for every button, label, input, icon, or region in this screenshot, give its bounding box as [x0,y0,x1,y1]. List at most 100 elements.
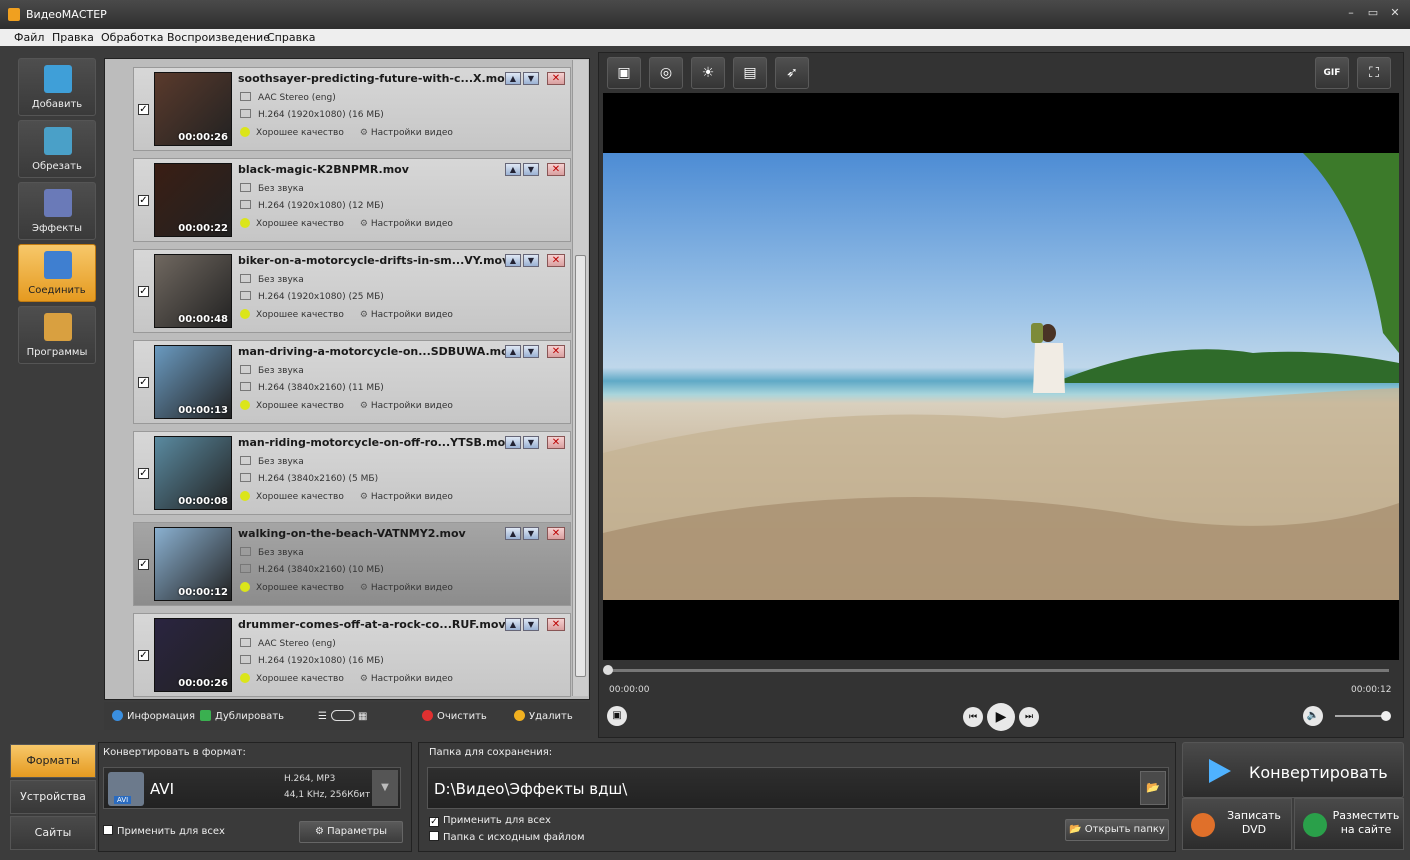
move-down-button[interactable]: ▼ [523,345,539,358]
crop-button[interactable]: ▣ [607,57,641,89]
maximize-button[interactable]: ▭ [1364,6,1382,19]
move-down-button[interactable]: ▼ [523,254,539,267]
delete-button[interactable]: Удалить [514,710,573,722]
close-button[interactable]: ✕ [1386,6,1404,19]
video-settings-link[interactable]: Настройки видео [371,674,453,684]
move-down-button[interactable]: ▼ [523,618,539,631]
file-item[interactable]: ✓ 00:00:08 man-riding-motorcycle-on-off-ro… [133,431,571,515]
video-settings-link[interactable]: Настройки видео [371,128,453,138]
format-selector[interactable]: AVI AVI H.264, MP3 44,1 KHz, 256Кбит ▼ [103,767,401,809]
move-up-button[interactable]: ▲ [505,345,521,358]
file-item[interactable]: ✓ 00:00:48 biker-on-a-motorcycle-drifts-in… [133,249,571,333]
trim-button[interactable]: Обрезать [18,120,96,178]
checkbox-checked[interactable]: ✓ [429,817,439,827]
file-quality[interactable]: Хорошее качество ⚙ Настройки видео [240,218,453,229]
remove-file-button[interactable]: ✕ [547,72,565,85]
menu-edit[interactable]: Правка [52,31,94,44]
file-quality[interactable]: Хорошее качество ⚙ Настройки видео [240,400,453,411]
menu-help[interactable]: Справка [267,31,315,44]
move-up-button[interactable]: ▲ [505,527,521,540]
open-folder-button[interactable]: 📂 Открыть папку [1065,819,1169,841]
remove-file-button[interactable]: ✕ [547,163,565,176]
file-quality[interactable]: Хорошее качество ⚙ Настройки видео [240,309,453,320]
video-settings-link[interactable]: Настройки видео [371,401,453,411]
video-settings-link[interactable]: Настройки видео [371,492,453,502]
burn-dvd-button[interactable]: Записать DVD [1182,798,1292,850]
tab-formats[interactable]: Форматы [10,744,96,778]
stabilize-button[interactable]: ◎ [649,57,683,89]
tab-sites[interactable]: Сайты [10,816,96,850]
move-up-button[interactable]: ▲ [505,618,521,631]
checkbox-box[interactable] [429,831,439,841]
file-quality[interactable]: Хорошее качество ⚙ Настройки видео [240,127,453,138]
remove-file-button[interactable]: ✕ [547,618,565,631]
programs-button[interactable]: Программы [18,306,96,364]
move-up-button[interactable]: ▲ [505,163,521,176]
video-settings-link[interactable]: Настройки видео [371,583,453,593]
volume-button[interactable]: 🔈 [1303,706,1323,726]
file-checkbox[interactable]: ✓ [138,377,149,388]
move-down-button[interactable]: ▼ [523,163,539,176]
view-toggle[interactable]: ☰ ▦ [318,710,368,722]
file-checkbox[interactable]: ✓ [138,650,149,661]
upload-site-button[interactable]: Разместить на сайте [1294,798,1404,850]
seek-handle[interactable] [603,665,613,675]
convert-button[interactable]: Конвертировать [1182,742,1404,798]
file-checkbox[interactable]: ✓ [138,559,149,570]
file-quality[interactable]: Хорошее качество ⚙ Настройки видео [240,491,453,502]
clear-button[interactable]: Очистить [422,710,487,722]
seek-bar[interactable] [603,665,1389,675]
move-down-button[interactable]: ▼ [523,436,539,449]
video-settings-link[interactable]: Настройки видео [371,219,453,229]
brightness-button[interactable]: ☀ [691,57,725,89]
file-item[interactable]: ✓ 00:00:12 walking-on-the-beach-VATNMY2.mo… [133,522,571,606]
fullscreen-button[interactable]: ⛶ [1357,57,1391,89]
move-up-button[interactable]: ▲ [505,72,521,85]
join-button[interactable]: Соединить [18,244,96,302]
video-screen[interactable] [603,93,1399,660]
play-button[interactable]: ▶ [987,703,1015,731]
apply-all-format-checkbox[interactable]: Применить для всех [103,825,225,837]
save-path-field[interactable]: D:\Видео\Эффекты вдш\ 📂 [427,767,1169,809]
remove-file-button[interactable]: ✕ [547,527,565,540]
file-checkbox[interactable]: ✓ [138,195,149,206]
format-dropdown-button[interactable]: ▼ [372,770,398,806]
volume-handle[interactable] [1381,711,1391,721]
remove-file-button[interactable]: ✕ [547,345,565,358]
tab-devices[interactable]: Устройства [10,780,96,814]
gif-button[interactable]: GIF [1315,57,1349,89]
file-checkbox[interactable]: ✓ [138,468,149,479]
file-item[interactable]: ✓ 00:00:13 man-driving-a-motorcycle-on...S… [133,340,571,424]
add-button[interactable]: Добавить [18,58,96,116]
speed-button[interactable]: ➶ [775,57,809,89]
volume-slider[interactable] [1335,711,1391,721]
duplicate-button[interactable]: Дублировать [200,710,284,722]
scrollbar-thumb[interactable] [575,255,586,677]
file-item[interactable]: ✓ 00:00:22 black-magic-K2BNPMR.mov Без звук… [133,158,571,242]
info-button[interactable]: Информация [112,710,195,722]
menu-file[interactable]: Файл [14,31,44,44]
frames-button[interactable]: ▤ [733,57,767,89]
file-item[interactable]: ✓ 00:00:26 soothsayer-predicting-future-wi… [133,67,571,151]
remove-file-button[interactable]: ✕ [547,254,565,267]
menu-playback[interactable]: Воспроизведение [167,31,270,44]
move-down-button[interactable]: ▼ [523,72,539,85]
move-up-button[interactable]: ▲ [505,254,521,267]
parameters-button[interactable]: ⚙ Параметры [299,821,403,843]
checkbox-box[interactable] [103,825,113,835]
move-down-button[interactable]: ▼ [523,527,539,540]
file-item[interactable]: ✓ 00:00:26 drummer-comes-off-at-a-rock-co.… [133,613,571,697]
minimize-button[interactable]: – [1342,6,1360,19]
browse-folder-button[interactable]: 📂 [1140,771,1166,805]
file-quality[interactable]: Хорошее качество ⚙ Настройки видео [240,582,453,593]
file-checkbox[interactable]: ✓ [138,286,149,297]
next-button[interactable]: ⏭ [1019,707,1039,727]
menu-processing[interactable]: Обработка [101,31,163,44]
move-up-button[interactable]: ▲ [505,436,521,449]
snapshot-button[interactable]: ▣ [607,706,627,726]
file-quality[interactable]: Хорошее качество ⚙ Настройки видео [240,673,453,684]
view-toggle-switch[interactable] [330,710,355,721]
previous-button[interactable]: ⏮ [963,707,983,727]
video-settings-link[interactable]: Настройки видео [371,310,453,320]
apply-all-save-checkbox[interactable]: ✓ Применить для всех [429,815,551,827]
